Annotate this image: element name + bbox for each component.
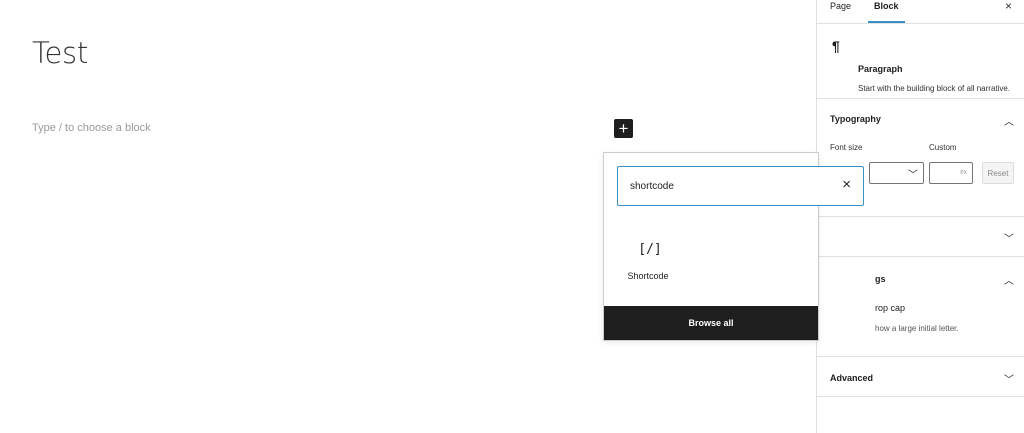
font-size-label: Font size [830, 143, 863, 152]
settings-sidebar: Page Block × ¶ Paragraph Start with the … [816, 0, 1024, 433]
tab-page[interactable]: Page [830, 0, 851, 22]
editor-canvas: Test Type / to choose a block + × [/] Sh… [0, 0, 864, 433]
block-card: ¶ Paragraph Start with the building bloc… [817, 24, 1024, 99]
chevron-down-icon[interactable]: ﹀ [1004, 371, 1014, 386]
block-result-label: Shortcode [627, 271, 669, 281]
unit-label: PX [960, 170, 967, 176]
browse-all-button[interactable]: Browse all [604, 306, 818, 340]
tab-block[interactable]: Block [868, 0, 904, 23]
plus-icon: + [618, 119, 629, 138]
close-icon[interactable]: × [1005, 0, 1012, 13]
search-input[interactable] [618, 167, 818, 205]
chevron-down-icon: ﹀ [908, 170, 918, 181]
block-description: Start with the building block of all nar… [858, 84, 1011, 93]
search-field[interactable]: × [617, 166, 864, 206]
shortcode-icon: [/] [638, 242, 662, 257]
post-title[interactable]: Test [32, 36, 88, 70]
color-panel: ﹀ [817, 217, 1024, 257]
block-result-shortcode[interactable]: [/] Shortcode [618, 235, 688, 297]
sidebar-tabs: Page Block × [817, 0, 1024, 24]
custom-size-input[interactable]: PX [929, 162, 973, 184]
chevron-up-icon[interactable]: ︿ [1004, 113, 1014, 128]
advanced-panel: Advanced ﹀ [817, 357, 1024, 397]
block-inserter-popover: × [/] Shortcode Browse all [603, 152, 864, 341]
custom-label: Custom [929, 143, 957, 152]
drop-cap-help: how a large initial letter. [875, 324, 959, 333]
paragraph-icon: ¶ [832, 38, 840, 54]
panel-title-advanced[interactable]: Advanced [830, 373, 873, 383]
panel-title-text-settings[interactable]: gs [875, 274, 886, 284]
chevron-up-icon[interactable]: ︿ [1004, 272, 1014, 287]
block-placeholder[interactable]: Type / to choose a block [32, 122, 151, 134]
add-block-button[interactable]: + [614, 119, 633, 138]
reset-button[interactable]: Reset [982, 162, 1014, 184]
block-title: Paragraph [858, 64, 903, 74]
panel-title-typography[interactable]: Typography [830, 114, 881, 124]
close-icon[interactable]: × [842, 177, 851, 192]
font-size-select[interactable]: ﹀ [869, 162, 924, 184]
text-settings-panel: gs ︿ rop cap how a large initial letter. [817, 257, 1024, 357]
chevron-down-icon[interactable]: ﹀ [1004, 230, 1014, 245]
drop-cap-label[interactable]: rop cap [875, 303, 905, 313]
